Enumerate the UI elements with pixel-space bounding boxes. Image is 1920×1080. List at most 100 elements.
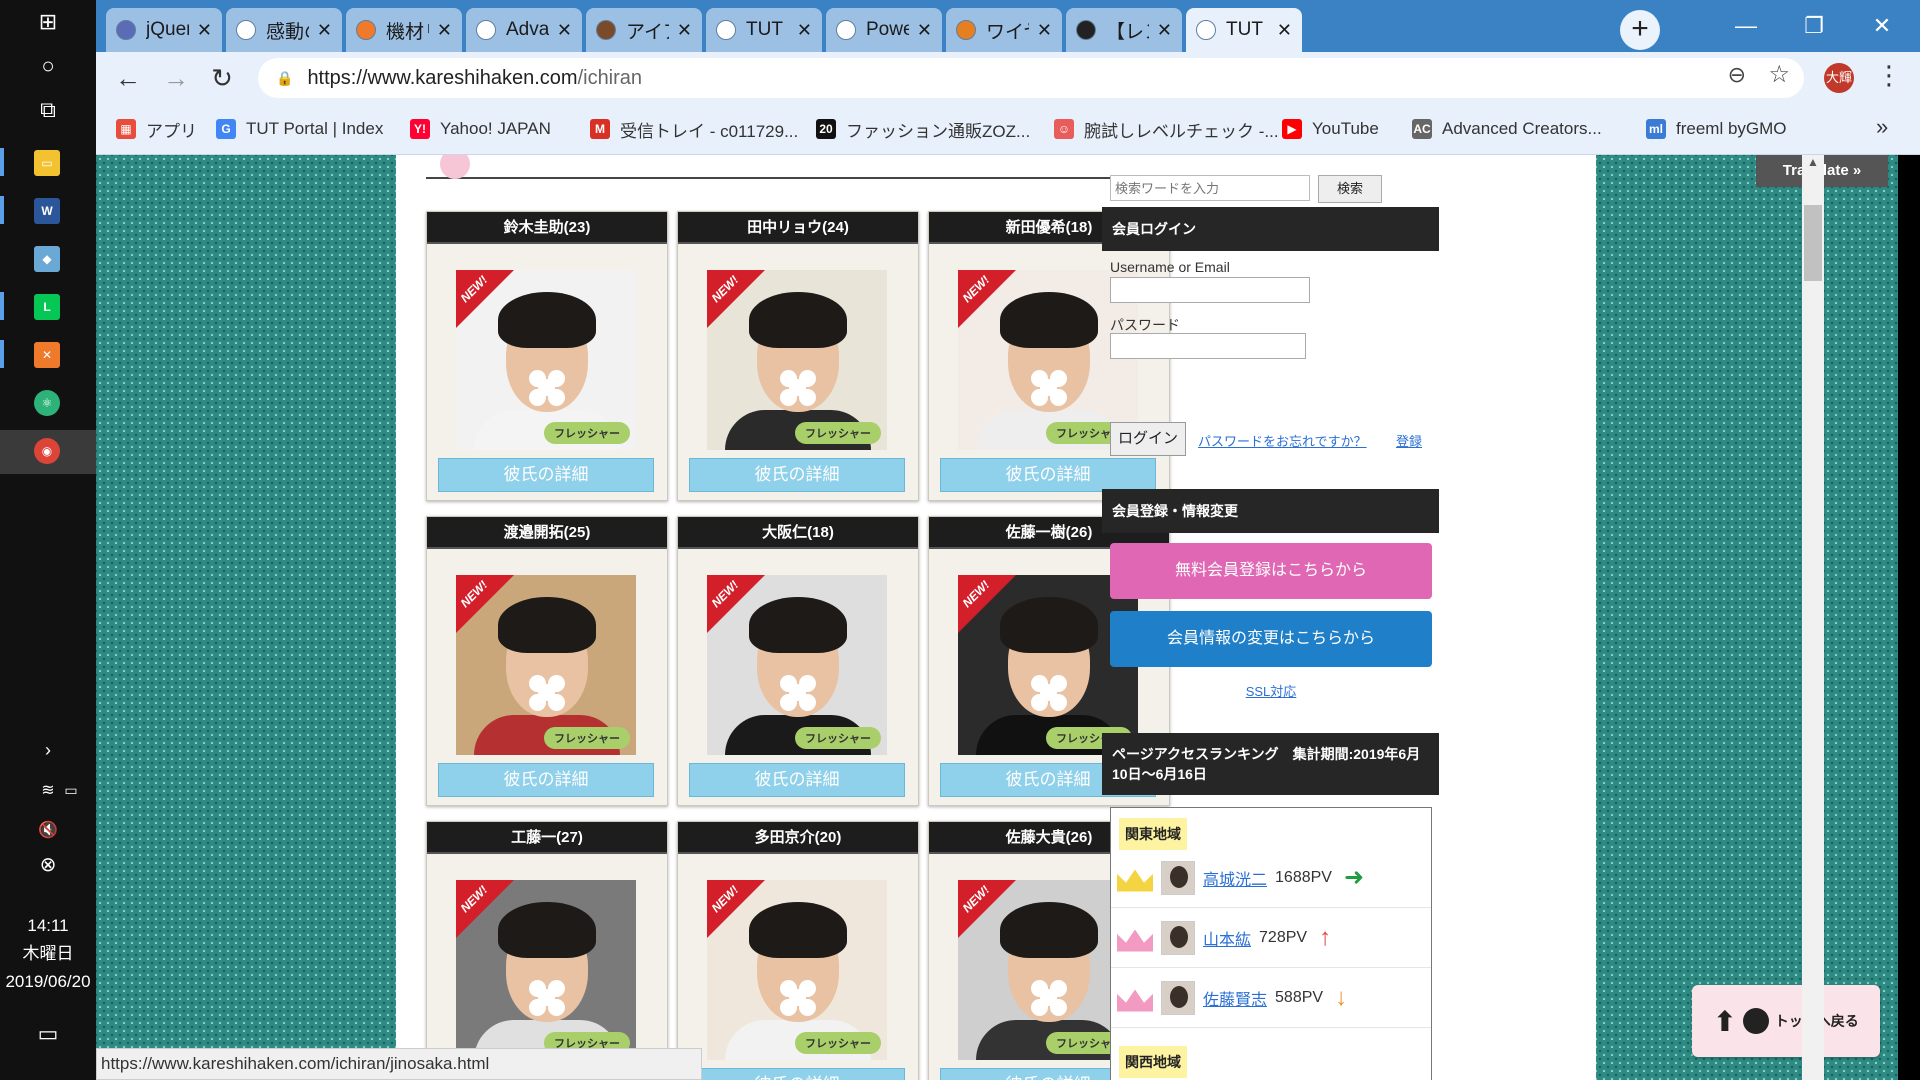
forward-button[interactable]: → bbox=[158, 60, 194, 96]
browser-tab[interactable]: 【レンタ ✕ bbox=[1066, 8, 1182, 52]
line-icon[interactable]: L bbox=[34, 294, 60, 320]
signup-button[interactable]: 無料会員登録はこちらから bbox=[1110, 543, 1432, 599]
bookmark-item[interactable]: M 受信トレイ - c011729... bbox=[590, 116, 798, 142]
ssl-link[interactable]: SSL対応 bbox=[1110, 681, 1432, 700]
freshness-tag: フレッシャー bbox=[795, 422, 881, 444]
detail-button[interactable]: 彼氏の詳細 bbox=[438, 458, 654, 492]
bookmark-item[interactable]: ▶ YouTube bbox=[1282, 116, 1379, 142]
reload-button[interactable]: ↻ bbox=[204, 60, 240, 96]
ranking-name-link[interactable]: 山本紘 bbox=[1203, 926, 1251, 950]
ranking-thumbnail[interactable] bbox=[1161, 860, 1195, 895]
scroll-up-arrow[interactable]: ▲ bbox=[1802, 155, 1824, 175]
heading-flower-icon bbox=[440, 155, 470, 179]
register-link[interactable]: 登録 bbox=[1396, 431, 1422, 450]
tab-close-icon[interactable]: ✕ bbox=[197, 20, 212, 41]
bookmark-item[interactable]: ml freeml byGMO bbox=[1646, 116, 1787, 142]
profile-avatar[interactable]: 大輝 bbox=[1824, 63, 1854, 93]
detail-button[interactable]: 彼氏の詳細 bbox=[438, 763, 654, 797]
back-button[interactable]: ← bbox=[110, 60, 146, 96]
minimize-button[interactable]: — bbox=[1712, 6, 1780, 46]
scrollbar-thumb[interactable] bbox=[1804, 205, 1822, 281]
ranking-name-link[interactable]: 佐藤賢志 bbox=[1203, 986, 1267, 1010]
profile-photo[interactable]: NEW! フレッシャー bbox=[707, 575, 887, 755]
browser-tab[interactable]: ワイヤL ✕ bbox=[946, 8, 1062, 52]
chevron-right-icon[interactable]: › bbox=[24, 730, 72, 770]
tab-close-icon[interactable]: ✕ bbox=[917, 20, 932, 41]
detail-button[interactable]: 彼氏の詳細 bbox=[689, 458, 905, 492]
notification-icon[interactable]: ▭ bbox=[24, 1014, 72, 1054]
username-field[interactable] bbox=[1110, 277, 1310, 303]
detail-button[interactable]: 彼氏の詳細 bbox=[689, 763, 905, 797]
profile-photo[interactable]: NEW! フレッシャー bbox=[456, 880, 636, 1060]
ranking-thumbnail[interactable] bbox=[1161, 980, 1195, 1015]
tab-close-icon[interactable]: ✕ bbox=[797, 20, 812, 41]
ranking-thumbnail[interactable] bbox=[1161, 920, 1195, 955]
new-tab-button[interactable]: + bbox=[1620, 10, 1660, 50]
address-bar[interactable]: 🔒 https://www.kareshihaken.com/ichiran ⊖… bbox=[258, 58, 1804, 98]
login-button[interactable]: ログイン bbox=[1110, 422, 1186, 456]
boyfriend-card: 田中リョウ(24) NEW! フレッシャー 彼氏の詳細 bbox=[677, 211, 919, 501]
browser-tab[interactable]: jQuery ✕ bbox=[106, 8, 222, 52]
bookmark-item[interactable]: ▦ アプリ bbox=[116, 116, 197, 142]
browser-tab[interactable]: アイア ✕ bbox=[586, 8, 702, 52]
tab-close-icon[interactable]: ✕ bbox=[437, 20, 452, 41]
browser-tab[interactable]: Power ✕ bbox=[826, 8, 942, 52]
chrome-icon[interactable]: ◉ bbox=[34, 438, 60, 464]
ranking-box: 関東地域 高城洸二 1688PV ➜ 山本紘 728PV ↑ 佐藤賢志 588PV ↓ 関西地域 bbox=[1110, 807, 1432, 1080]
battery-icon[interactable]: ▭ bbox=[56, 770, 86, 810]
search-button[interactable]: 検索 bbox=[1318, 175, 1382, 203]
taskbar-clock[interactable]: 14:11 木曜日 2019/06/20 bbox=[0, 912, 96, 996]
profile-photo[interactable]: NEW! フレッシャー bbox=[456, 575, 636, 755]
bookmark-star-icon[interactable]: ☆ bbox=[1768, 60, 1790, 89]
zoom-icon[interactable]: ⊖ bbox=[1728, 62, 1746, 88]
tab-favicon-icon bbox=[956, 20, 976, 40]
tab-close-icon[interactable]: ✕ bbox=[1157, 20, 1172, 41]
bookmark-favicon-icon: AC bbox=[1412, 119, 1432, 139]
word-icon[interactable]: W bbox=[34, 198, 60, 224]
bookmarks-overflow-icon[interactable]: » bbox=[1876, 114, 1888, 140]
profile-photo[interactable]: NEW! フレッシャー bbox=[456, 270, 636, 450]
close-window-button[interactable]: ✕ bbox=[1848, 6, 1916, 46]
profile-photo[interactable]: NEW! フレッシャー bbox=[707, 270, 887, 450]
tab-close-icon[interactable]: ✕ bbox=[1277, 20, 1292, 41]
browser-tab[interactable]: Advan ✕ bbox=[466, 8, 582, 52]
browser-tab[interactable]: TUT Po ✕ bbox=[706, 8, 822, 52]
forgot-password-link[interactable]: パスワードをお忘れですか？ bbox=[1198, 431, 1367, 450]
card-name: 渡邉開拓(25) bbox=[427, 517, 667, 549]
bookmark-item[interactable]: 20 ファッション通販ZOZ... bbox=[816, 116, 1030, 142]
xampp-icon[interactable]: ✕ bbox=[34, 342, 60, 368]
task-view-icon[interactable]: ⧉ bbox=[24, 90, 72, 130]
bookmark-favicon-icon: ☺ bbox=[1054, 119, 1074, 139]
bookmark-item[interactable]: Y! Yahoo! JAPAN bbox=[410, 116, 551, 142]
close-circle-icon[interactable]: ⊗ bbox=[24, 844, 72, 884]
browser-tab[interactable]: 感動の ✕ bbox=[226, 8, 342, 52]
password-field[interactable] bbox=[1110, 333, 1306, 359]
tab-close-icon[interactable]: ✕ bbox=[557, 20, 572, 41]
detail-button[interactable]: 彼氏の詳細 bbox=[689, 1068, 905, 1080]
cortana-icon[interactable]: ○ bbox=[24, 46, 72, 86]
flower-mask-icon bbox=[780, 980, 816, 1016]
tab-close-icon[interactable]: ✕ bbox=[1037, 20, 1052, 41]
edit-profile-button[interactable]: 会員情報の変更はこちらから bbox=[1110, 611, 1432, 667]
browser-tab[interactable]: 機材リ ✕ bbox=[346, 8, 462, 52]
restore-button[interactable]: ❐ bbox=[1780, 6, 1848, 46]
bookmark-item[interactable]: G TUT Portal | Index bbox=[216, 116, 383, 142]
detail-button[interactable]: 彼氏の詳細 bbox=[940, 458, 1156, 492]
back-to-top-button[interactable]: ⬆ トップへ戻る bbox=[1692, 985, 1880, 1057]
ranking-name-link[interactable]: 高城洸二 bbox=[1203, 866, 1267, 890]
windows-start-icon[interactable]: ⊞ bbox=[24, 2, 72, 42]
tab-close-icon[interactable]: ✕ bbox=[317, 20, 332, 41]
bookmark-item[interactable]: AC Advanced Creators... bbox=[1412, 116, 1602, 142]
search-input[interactable] bbox=[1110, 175, 1310, 201]
tab-close-icon[interactable]: ✕ bbox=[677, 20, 692, 41]
bookmark-item[interactable]: ☺ 腕試しレベルチェック -... bbox=[1054, 116, 1279, 142]
file-explorer-icon[interactable]: ▭ bbox=[34, 150, 60, 176]
browser-tab[interactable]: TUT Po ✕ bbox=[1186, 8, 1302, 52]
profile-photo[interactable]: NEW! フレッシャー bbox=[707, 880, 887, 1060]
tab-label: TUT Po bbox=[1226, 19, 1269, 40]
more-menu-icon[interactable]: ⋮ bbox=[1876, 60, 1902, 91]
app-icon[interactable]: ◆ bbox=[34, 246, 60, 272]
page-scrollbar[interactable] bbox=[1802, 155, 1824, 1080]
atom-icon[interactable]: ⚛ bbox=[34, 390, 60, 416]
bookmark-favicon-icon: ▶ bbox=[1282, 119, 1302, 139]
